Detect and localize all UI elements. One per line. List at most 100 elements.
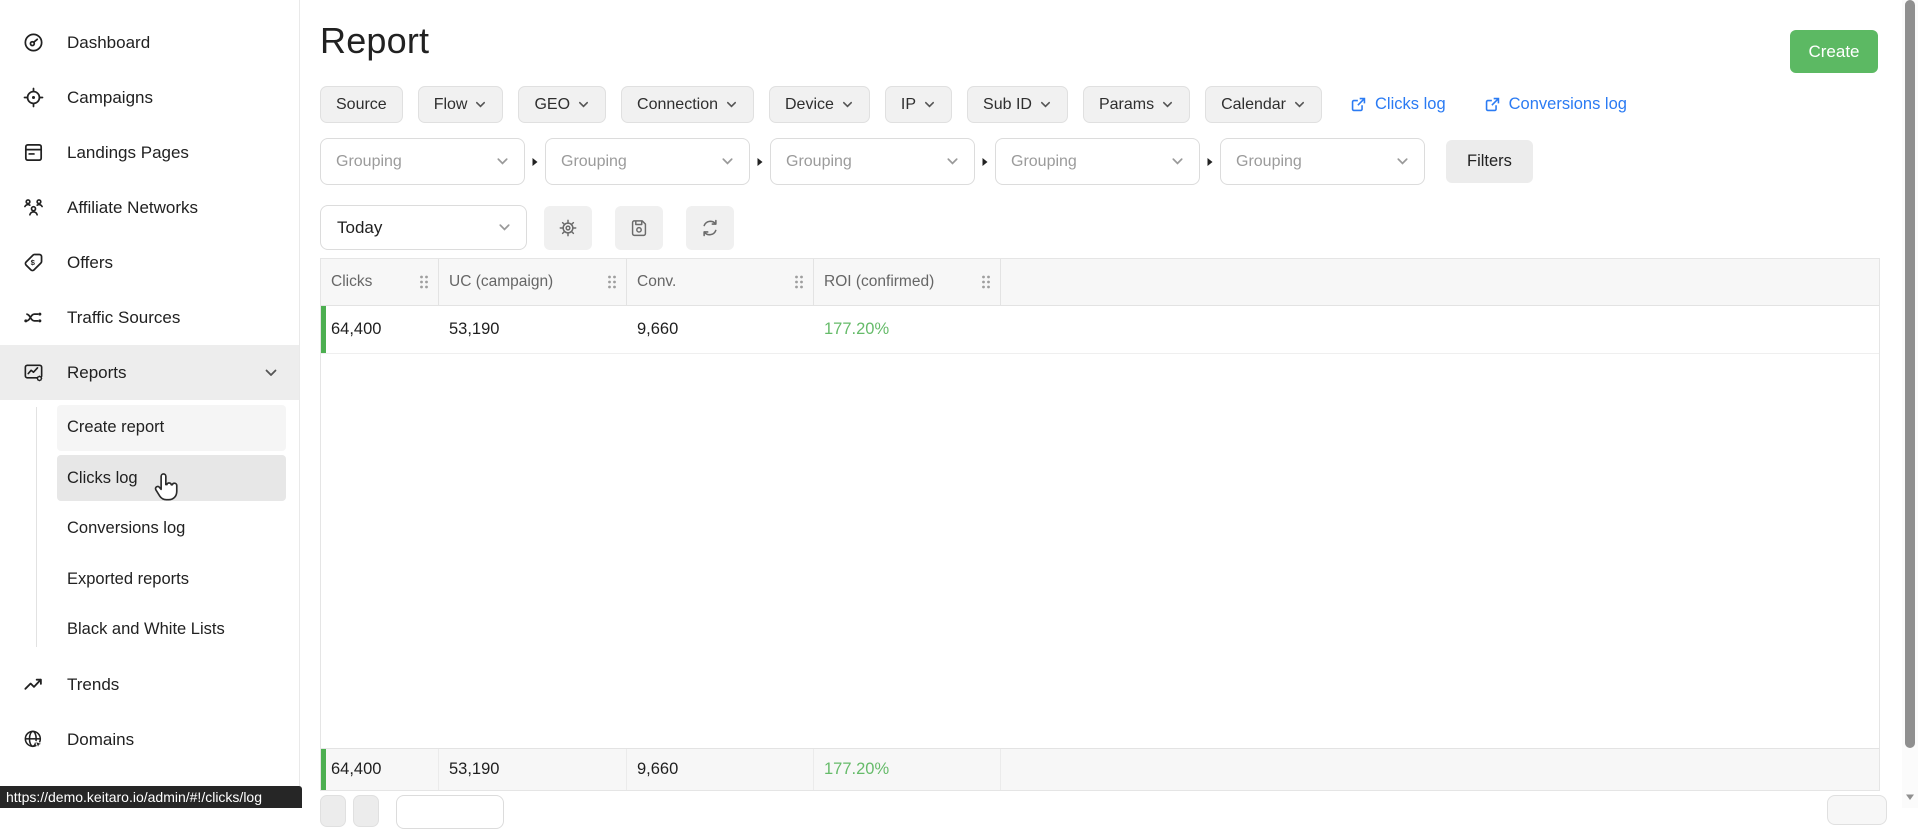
sidebar-item-reports[interactable]: Reports bbox=[0, 345, 299, 400]
caret-right-icon bbox=[982, 157, 988, 166]
column-header-roi-confirmed[interactable]: ROI (confirmed) bbox=[814, 259, 1001, 305]
sidebar-item-label: Campaigns bbox=[67, 87, 153, 107]
chip-label: IP bbox=[900, 95, 917, 113]
cell-clicks: 64,400 bbox=[331, 320, 382, 338]
browser-status-url: https://demo.keitaro.io/admin/#!/clicks/… bbox=[0, 786, 302, 808]
sidebar-item-trends[interactable]: Trends bbox=[0, 657, 299, 712]
save-floppy-icon bbox=[631, 219, 647, 236]
caret-right-icon bbox=[757, 157, 763, 166]
toolbar-row: Today bbox=[320, 205, 734, 250]
caret-right-icon bbox=[1207, 157, 1213, 166]
grouping-select-4[interactable]: Grouping bbox=[995, 138, 1200, 185]
chevron-down-icon bbox=[476, 101, 486, 108]
sidebar-item-conversions-log[interactable]: Conversions log bbox=[57, 506, 286, 552]
pagination-next-button[interactable] bbox=[353, 795, 379, 827]
offers-tag-icon: $ bbox=[22, 251, 45, 274]
column-label: UC (campaign) bbox=[449, 273, 554, 290]
grouping-row: Grouping Grouping Grouping Grouping Grou… bbox=[320, 138, 1533, 185]
sidebar-item-label: Traffic Sources bbox=[67, 307, 181, 327]
row-status-marker bbox=[321, 749, 326, 790]
refresh-button[interactable] bbox=[686, 205, 734, 250]
date-range-select[interactable]: Today bbox=[320, 205, 527, 250]
chip-label: Params bbox=[1098, 95, 1155, 113]
page-size-select[interactable] bbox=[396, 795, 504, 829]
pagination-bar bbox=[320, 795, 504, 829]
sidebar-item-label: Reports bbox=[67, 362, 127, 382]
chevron-down-icon bbox=[1172, 158, 1183, 165]
sub-item-label: Conversions log bbox=[67, 519, 186, 537]
chevron-down-icon bbox=[947, 158, 958, 165]
grouping-placeholder: Grouping bbox=[1011, 152, 1077, 170]
pagination-prev-button[interactable] bbox=[320, 795, 346, 827]
cell-roi-confirmed: 177.20% bbox=[824, 320, 890, 338]
chevron-down-icon bbox=[263, 365, 279, 381]
conversions-log-link[interactable]: Conversions log bbox=[1483, 95, 1627, 114]
sidebar-item-offers[interactable]: $ Offers bbox=[0, 235, 299, 290]
table-body-empty-area bbox=[321, 354, 1879, 748]
sidebar-item-black-white-lists[interactable]: Black and White Lists bbox=[57, 607, 286, 653]
create-button[interactable]: Create bbox=[1790, 30, 1878, 73]
sidebar-item-affiliate-networks[interactable]: Affiliate Networks bbox=[0, 180, 299, 235]
vertical-scrollbar[interactable] bbox=[1902, 0, 1918, 808]
trends-arrow-icon bbox=[22, 673, 45, 696]
chip-label: Flow bbox=[433, 95, 468, 113]
filter-chip-geo[interactable]: GEO bbox=[518, 86, 607, 123]
chevron-down-icon bbox=[497, 158, 508, 165]
filter-chip-flow[interactable]: Flow bbox=[417, 86, 504, 123]
grouping-placeholder: Grouping bbox=[786, 152, 852, 170]
column-header-conv[interactable]: Conv. bbox=[627, 259, 814, 305]
scrollbar-down-arrow-icon[interactable] bbox=[1905, 792, 1915, 802]
filter-chip-sub-id[interactable]: Sub ID bbox=[967, 86, 1068, 123]
column-header-clicks[interactable]: Clicks bbox=[321, 259, 439, 305]
drag-handle-icon[interactable] bbox=[606, 274, 618, 290]
chevron-down-icon bbox=[1163, 101, 1173, 108]
settings-gear-icon bbox=[559, 219, 577, 236]
total-uc-campaign: 53,190 bbox=[439, 749, 627, 790]
pagination-right-control[interactable] bbox=[1827, 795, 1887, 825]
chevron-down-icon bbox=[842, 101, 852, 108]
filters-button[interactable]: Filters bbox=[1446, 140, 1533, 183]
drag-handle-icon[interactable] bbox=[418, 274, 430, 290]
sidebar-item-landings-pages[interactable]: Landings Pages bbox=[0, 125, 299, 180]
grouping-select-5[interactable]: Grouping bbox=[1220, 138, 1425, 185]
row-status-marker bbox=[321, 306, 326, 353]
reports-chart-gear-icon bbox=[22, 361, 45, 384]
table-row[interactable]: 64,400 53,190 9,660 177.20% bbox=[321, 306, 1879, 354]
filter-chip-params[interactable]: Params bbox=[1082, 86, 1191, 123]
sidebar-item-domains[interactable]: Domains bbox=[0, 712, 299, 767]
grouping-select-2[interactable]: Grouping bbox=[545, 138, 750, 185]
chip-label: Source bbox=[336, 95, 387, 113]
sidebar-item-clicks-log[interactable]: Clicks log bbox=[57, 455, 286, 501]
table-totals-row: 64,400 53,190 9,660 177.20% bbox=[321, 748, 1879, 790]
filter-chip-calendar[interactable]: Calendar bbox=[1205, 86, 1323, 123]
sub-item-label: Create report bbox=[67, 418, 165, 436]
clicks-log-link[interactable]: Clicks log bbox=[1349, 95, 1446, 114]
save-button[interactable] bbox=[615, 205, 663, 250]
settings-button[interactable] bbox=[544, 205, 592, 250]
reports-submenu: Create report Clicks log Conversions log… bbox=[0, 404, 299, 653]
chip-label: Device bbox=[785, 95, 834, 113]
grouping-placeholder: Grouping bbox=[1236, 152, 1302, 170]
chevron-down-icon bbox=[1397, 158, 1408, 165]
drag-handle-icon[interactable] bbox=[793, 274, 805, 290]
filter-chip-source[interactable]: Source bbox=[320, 86, 403, 123]
landings-document-icon bbox=[22, 141, 45, 164]
sidebar-item-campaigns[interactable]: Campaigns bbox=[0, 70, 299, 125]
sidebar-item-exported-reports[interactable]: Exported reports bbox=[57, 556, 286, 602]
traffic-branch-icon bbox=[22, 306, 45, 329]
filter-chip-ip[interactable]: IP bbox=[884, 86, 953, 123]
scrollbar-thumb[interactable] bbox=[1905, 0, 1915, 748]
sidebar-item-create-report[interactable]: Create report bbox=[57, 404, 286, 451]
link-label: Conversions log bbox=[1508, 95, 1627, 113]
grouping-select-1[interactable]: Grouping bbox=[320, 138, 525, 185]
chip-label: Sub ID bbox=[983, 95, 1032, 113]
drag-handle-icon[interactable] bbox=[980, 274, 992, 290]
filter-chip-connection[interactable]: Connection bbox=[621, 86, 754, 123]
column-header-uc-campaign[interactable]: UC (campaign) bbox=[439, 259, 627, 305]
sidebar-item-label: Offers bbox=[67, 252, 113, 272]
sidebar-item-traffic-sources[interactable]: Traffic Sources bbox=[0, 290, 299, 345]
sidebar-item-dashboard[interactable]: Dashboard bbox=[0, 15, 299, 70]
caret-right-icon bbox=[532, 157, 538, 166]
grouping-select-3[interactable]: Grouping bbox=[770, 138, 975, 185]
filter-chip-device[interactable]: Device bbox=[769, 86, 870, 123]
